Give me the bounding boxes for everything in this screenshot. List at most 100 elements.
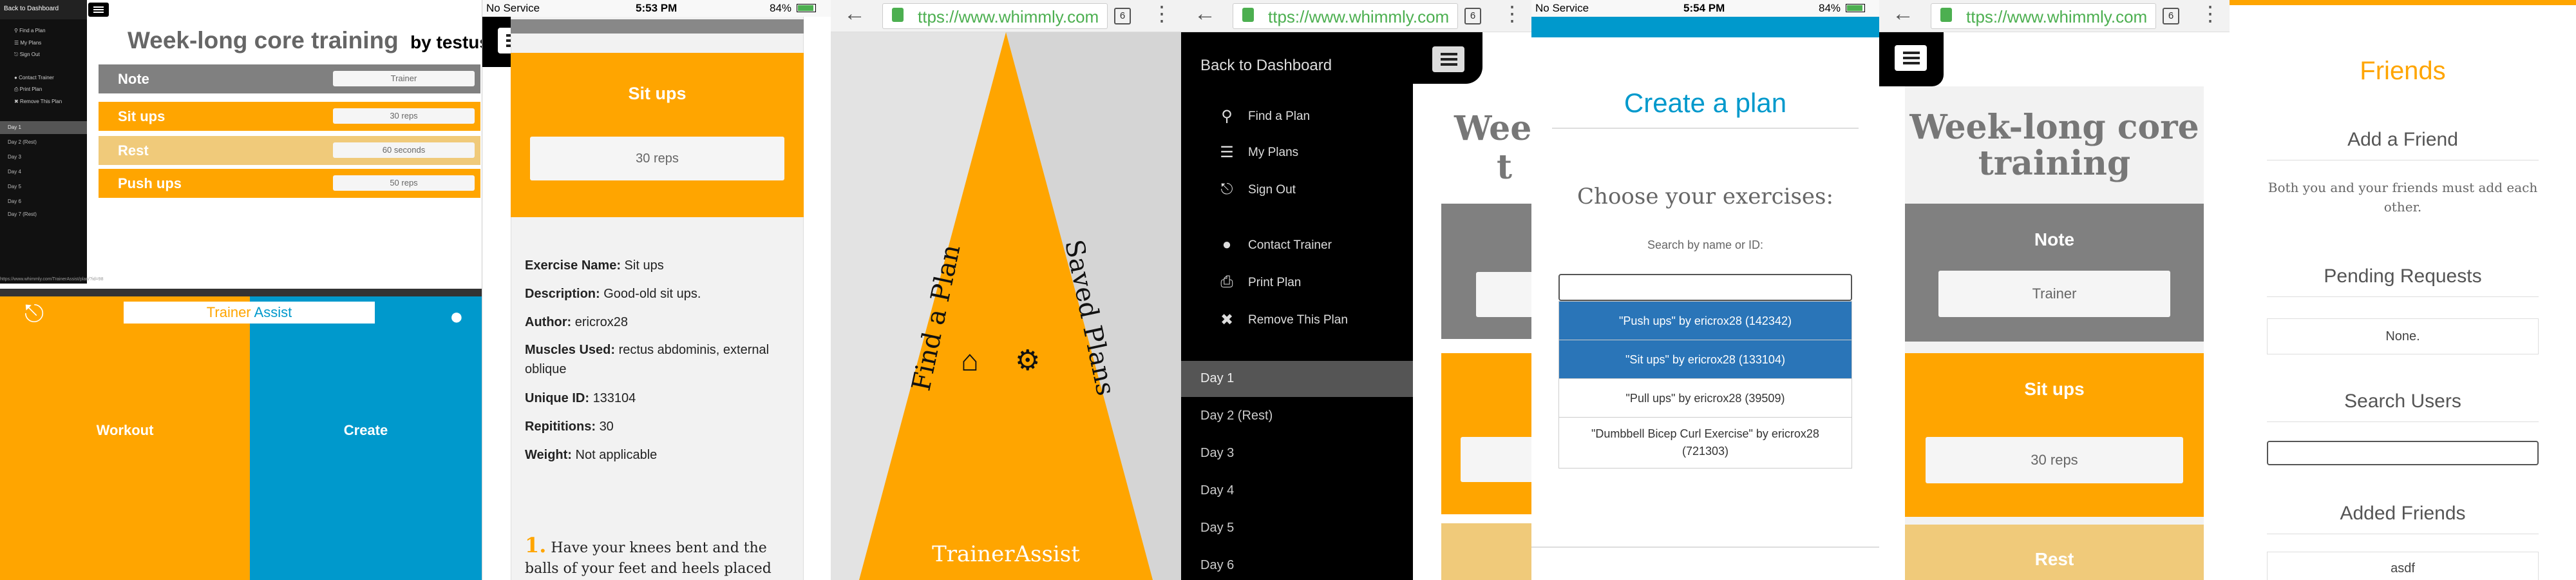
plan-row-rest[interactable]: Rest 60 seconds bbox=[99, 136, 480, 165]
url-bar[interactable]: ttps://www.whimmly.com bbox=[1233, 3, 1458, 29]
side-menu-day-2[interactable]: Day 2 (Rest) bbox=[1181, 398, 1413, 434]
sidebar-day-2[interactable]: Day 2 (Rest) bbox=[8, 139, 37, 145]
search-results: "Push ups" by ericrox28 (142342) "Sit up… bbox=[1558, 301, 1852, 469]
tab-count[interactable]: 6 bbox=[1464, 8, 1481, 24]
sidebar-item-label: My Plans bbox=[20, 40, 42, 46]
side-menu-day-4[interactable]: Day 4 bbox=[1181, 473, 1413, 509]
back-arrow-icon[interactable]: ← bbox=[1194, 1, 1216, 26]
note-card[interactable]: Note Trainer bbox=[1905, 204, 2204, 342]
more-menu-icon[interactable]: ⋮ bbox=[2200, 1, 2221, 26]
side-menu-day-6[interactable]: Day 6 bbox=[1181, 548, 1413, 580]
plan-row-note[interactable]: Note Trainer bbox=[99, 64, 480, 93]
sidebar-day-4[interactable]: Day 4 bbox=[8, 169, 21, 175]
plan-row-situps[interactable]: Sit ups 30 reps bbox=[99, 102, 480, 131]
tab-count[interactable]: 6 bbox=[1114, 8, 1131, 24]
sidebar-day-7[interactable]: Day 7 (Rest) bbox=[8, 211, 37, 217]
sidebar-day-6[interactable]: Day 6 bbox=[8, 198, 21, 204]
sidebar-item-my-plans[interactable]: ☰ My Plans bbox=[14, 40, 41, 46]
panel-plan-mobile: ← ttps://www.whimmly.com 6 ⋮ Week-long c… bbox=[1879, 0, 2230, 580]
side-menu-day-1[interactable]: Day 1 bbox=[1181, 361, 1413, 397]
pending-requests-box: None. bbox=[2267, 318, 2539, 354]
row-value: 60 seconds bbox=[333, 142, 475, 158]
rest-card[interactable]: Rest bbox=[1905, 525, 2204, 580]
search-result-item[interactable]: "Sit ups" by ericrox28 (133104) bbox=[1559, 340, 1852, 379]
sidebar-day-5[interactable]: Day 5 bbox=[8, 184, 21, 189]
situps-card[interactable]: Sit ups 30 reps bbox=[1905, 353, 2204, 517]
search-result-item[interactable]: "Pull ups" by ericrox28 (39509) bbox=[1559, 379, 1852, 418]
search-users-input[interactable] bbox=[2267, 441, 2539, 465]
url-text: ttps://www.whimmly.com bbox=[1268, 7, 1450, 26]
url-bar[interactable]: ttps://www.whimmly.com bbox=[1931, 3, 2156, 29]
lock-icon bbox=[1940, 8, 1952, 22]
dashboard-left-tile[interactable]: ⎋ Workout bbox=[0, 296, 250, 580]
hamburger-button[interactable] bbox=[88, 3, 109, 17]
lock-icon bbox=[1242, 8, 1254, 22]
detail-value: 133104 bbox=[592, 391, 636, 405]
battery-text: 84% bbox=[1819, 2, 1841, 14]
brand-assist: Assist bbox=[254, 304, 292, 320]
sidebar-day-1[interactable]: Day 1 bbox=[8, 124, 21, 130]
note-value: Trainer bbox=[1938, 271, 2170, 317]
friends-title: Friends bbox=[2360, 57, 2446, 85]
panel-exercise-detail: No Service 5:53 PM 84% Sit ups 30 reps E… bbox=[482, 0, 831, 580]
added-friends-heading: Added Friends bbox=[2340, 503, 2466, 524]
plan-title: Week-long core training bbox=[1909, 108, 2199, 183]
dashboard-right-tile[interactable]: ● Create bbox=[250, 296, 482, 580]
status-bar: No Service 5:53 PM 84% bbox=[482, 0, 831, 17]
detail-value: 30 bbox=[599, 420, 614, 434]
choose-exercises-heading: Choose your exercises: bbox=[1577, 184, 1833, 209]
plan-byline: by testuser bbox=[410, 32, 482, 52]
hamburger-button[interactable] bbox=[1879, 32, 1944, 86]
header-strip bbox=[511, 19, 804, 34]
sidebar-item-print-plan[interactable]: ⎙ Print Plan bbox=[14, 86, 42, 93]
battery-icon bbox=[797, 4, 816, 12]
side-menu-day-5[interactable]: Day 5 bbox=[1181, 510, 1413, 546]
gear-icon[interactable]: ⚙ bbox=[1015, 344, 1040, 377]
sign-out-icon[interactable]: ⎋ bbox=[24, 300, 44, 328]
detail-key: Repititions: bbox=[525, 420, 596, 434]
detail-value: Not applicable bbox=[575, 448, 658, 462]
back-to-dashboard-link[interactable]: Back to Dashboard bbox=[4, 5, 59, 12]
panel-desktop-plan: Back to Dashboard ⚲ Find a Plan ☰ My Pla… bbox=[0, 0, 482, 580]
dashboard-topbar bbox=[0, 289, 482, 296]
exercise-details: Exercise Name: Sit ups Description: Good… bbox=[525, 251, 799, 469]
detail-value: Good-old sit ups. bbox=[603, 287, 701, 301]
search-icon: ⚲ bbox=[1221, 108, 1233, 125]
step-number: 1. bbox=[525, 533, 547, 557]
added-friend-name: asdf bbox=[2391, 561, 2415, 575]
back-to-dashboard-link[interactable]: Back to Dashboard bbox=[1200, 57, 1332, 75]
back-arrow-icon[interactable]: ← bbox=[844, 1, 866, 26]
plan-row-pushups[interactable]: Push ups 50 reps bbox=[99, 169, 480, 198]
search-result-item[interactable]: "Push ups" by ericrox28 (142342) bbox=[1559, 302, 1852, 340]
exercise-card-value: 30 reps bbox=[530, 137, 784, 180]
sidebar-day-3[interactable]: Day 3 bbox=[8, 154, 21, 160]
search-result-item[interactable]: "Dumbbell Bicep Curl Exercise" by ericro… bbox=[1559, 418, 1852, 468]
home-icon[interactable]: ⌂ bbox=[961, 343, 979, 378]
detail-value: ericrox28 bbox=[574, 315, 629, 329]
sidebar-item-label: Remove This Plan bbox=[19, 99, 62, 104]
time-text: 5:53 PM bbox=[636, 2, 677, 14]
tab-count[interactable]: 6 bbox=[2163, 8, 2179, 24]
detail-description: Description: Good-old sit ups. bbox=[525, 280, 799, 308]
sidebar-item-contact-trainer[interactable]: ● Contact Trainer bbox=[14, 75, 54, 81]
status-bar: No Service 5:54 PM 84% bbox=[1531, 0, 1879, 17]
search-input[interactable] bbox=[1558, 274, 1852, 301]
row-label: Sit ups bbox=[118, 108, 166, 124]
sidebar-item-remove-plan[interactable]: ✖ Remove This Plan bbox=[14, 99, 62, 104]
page-title: Week-long core training by testuser bbox=[128, 27, 482, 54]
side-menu-label: Find a Plan bbox=[1248, 110, 1311, 123]
side-menu-day-3[interactable]: Day 3 bbox=[1181, 436, 1413, 472]
print-icon: ⎙ bbox=[1220, 273, 1233, 291]
exercise-card-title: Sit ups bbox=[628, 84, 687, 103]
sidebar-item-sign-out[interactable]: ⎋ Sign Out bbox=[14, 52, 40, 58]
url-bar[interactable]: ttps://www.whimmly.com bbox=[882, 3, 1108, 29]
more-menu-icon[interactable]: ⋮ bbox=[1151, 1, 1172, 26]
sidebar-item-find-plan[interactable]: ⚲ Find a Plan bbox=[14, 28, 46, 34]
more-menu-icon[interactable]: ⋮ bbox=[1502, 1, 1522, 26]
hamburger-button[interactable] bbox=[1432, 46, 1464, 72]
user-icon[interactable]: ● bbox=[450, 303, 464, 330]
status-url: https://www.whimmly.com/TrainerAssist/pl… bbox=[0, 277, 104, 282]
sidebar-item-label: Sign Out bbox=[19, 52, 40, 57]
added-friend-item[interactable]: asdf bbox=[2267, 552, 2539, 580]
back-arrow-icon[interactable]: ← bbox=[1892, 1, 1914, 26]
